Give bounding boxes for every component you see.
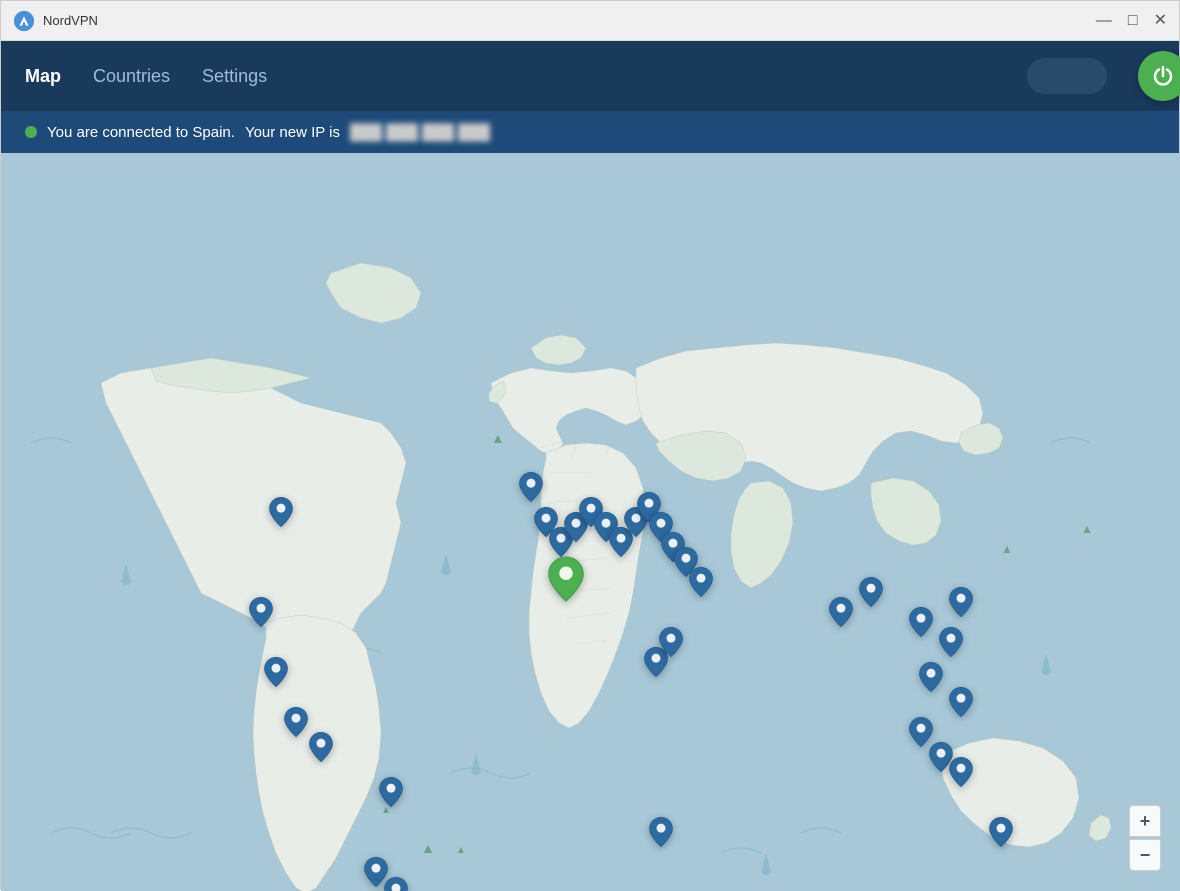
location-pin-spain[interactable] xyxy=(542,555,590,608)
location-pin-asia-6[interactable] xyxy=(915,661,947,698)
location-pin-africa-3[interactable] xyxy=(645,816,677,853)
location-pin-asia-2[interactable] xyxy=(855,576,887,613)
location-pin-asia-3[interactable] xyxy=(905,606,937,643)
location-pin-north-america-5[interactable] xyxy=(305,731,337,768)
close-button[interactable]: ✕ xyxy=(1154,13,1167,29)
svg-text:▲: ▲ xyxy=(1081,522,1093,536)
location-pin-asia-5[interactable] xyxy=(945,586,977,623)
location-pin-europe-1[interactable] xyxy=(515,471,547,508)
location-pin-asia-1[interactable] xyxy=(825,596,857,633)
connection-message: You are connected to Spain. xyxy=(47,124,235,141)
svg-text:▲: ▲ xyxy=(1001,542,1013,556)
titlebar: NordVPN — □ ✕ xyxy=(1,1,1179,41)
location-pin-asia-10[interactable] xyxy=(945,756,977,793)
location-pin-north-america-1[interactable] xyxy=(265,496,297,533)
location-pin-north-america-2[interactable] xyxy=(245,596,277,633)
map-area: ▲ ▲ ▲ ▲ ▲ ▲ ▲ ▲ ▲ ▲ ▲ ▲ xyxy=(1,153,1180,891)
location-pin-south-america-1[interactable] xyxy=(375,776,407,813)
location-pin-australia[interactable] xyxy=(985,816,1017,853)
tab-countries[interactable]: Countries xyxy=(93,62,170,91)
svg-text:▲: ▲ xyxy=(456,845,466,856)
location-pin-africa-2[interactable] xyxy=(655,626,687,663)
statusbar: You are connected to Spain. Your new IP … xyxy=(1,111,1179,153)
nordvpn-logo xyxy=(13,10,35,32)
location-pin-asia-4[interactable] xyxy=(935,626,967,663)
svg-text:▲: ▲ xyxy=(421,840,435,856)
maximize-button[interactable]: □ xyxy=(1128,13,1138,29)
tab-map[interactable]: Map xyxy=(25,62,61,91)
location-pin-asia-7[interactable] xyxy=(945,686,977,723)
ip-address: ███.███.███.███ xyxy=(350,124,490,141)
location-pin-middle-east[interactable] xyxy=(685,566,717,603)
navbar: Map Countries Settings ⚲ xyxy=(1,41,1179,111)
power-icon xyxy=(1151,64,1175,88)
toggle-track xyxy=(1027,58,1107,94)
zoom-out-button[interactable]: − xyxy=(1129,839,1161,871)
svg-text:▲: ▲ xyxy=(491,430,505,446)
nav-tabs: Map Countries Settings xyxy=(25,62,1027,91)
power-button[interactable] xyxy=(1138,51,1180,101)
location-pin-north-america-3[interactable] xyxy=(260,656,292,693)
app-title: NordVPN xyxy=(43,13,1096,28)
minimize-button[interactable]: — xyxy=(1096,13,1112,29)
ip-prefix: Your new IP is xyxy=(245,124,340,141)
zoom-in-button[interactable]: + xyxy=(1129,805,1161,837)
power-toggle-area xyxy=(1027,58,1107,94)
zoom-controls: + − xyxy=(1129,805,1161,871)
location-pin-south-america-3[interactable] xyxy=(380,876,412,891)
tab-settings[interactable]: Settings xyxy=(202,62,267,91)
connection-status-dot xyxy=(25,126,37,138)
window-controls: — □ ✕ xyxy=(1096,13,1167,29)
